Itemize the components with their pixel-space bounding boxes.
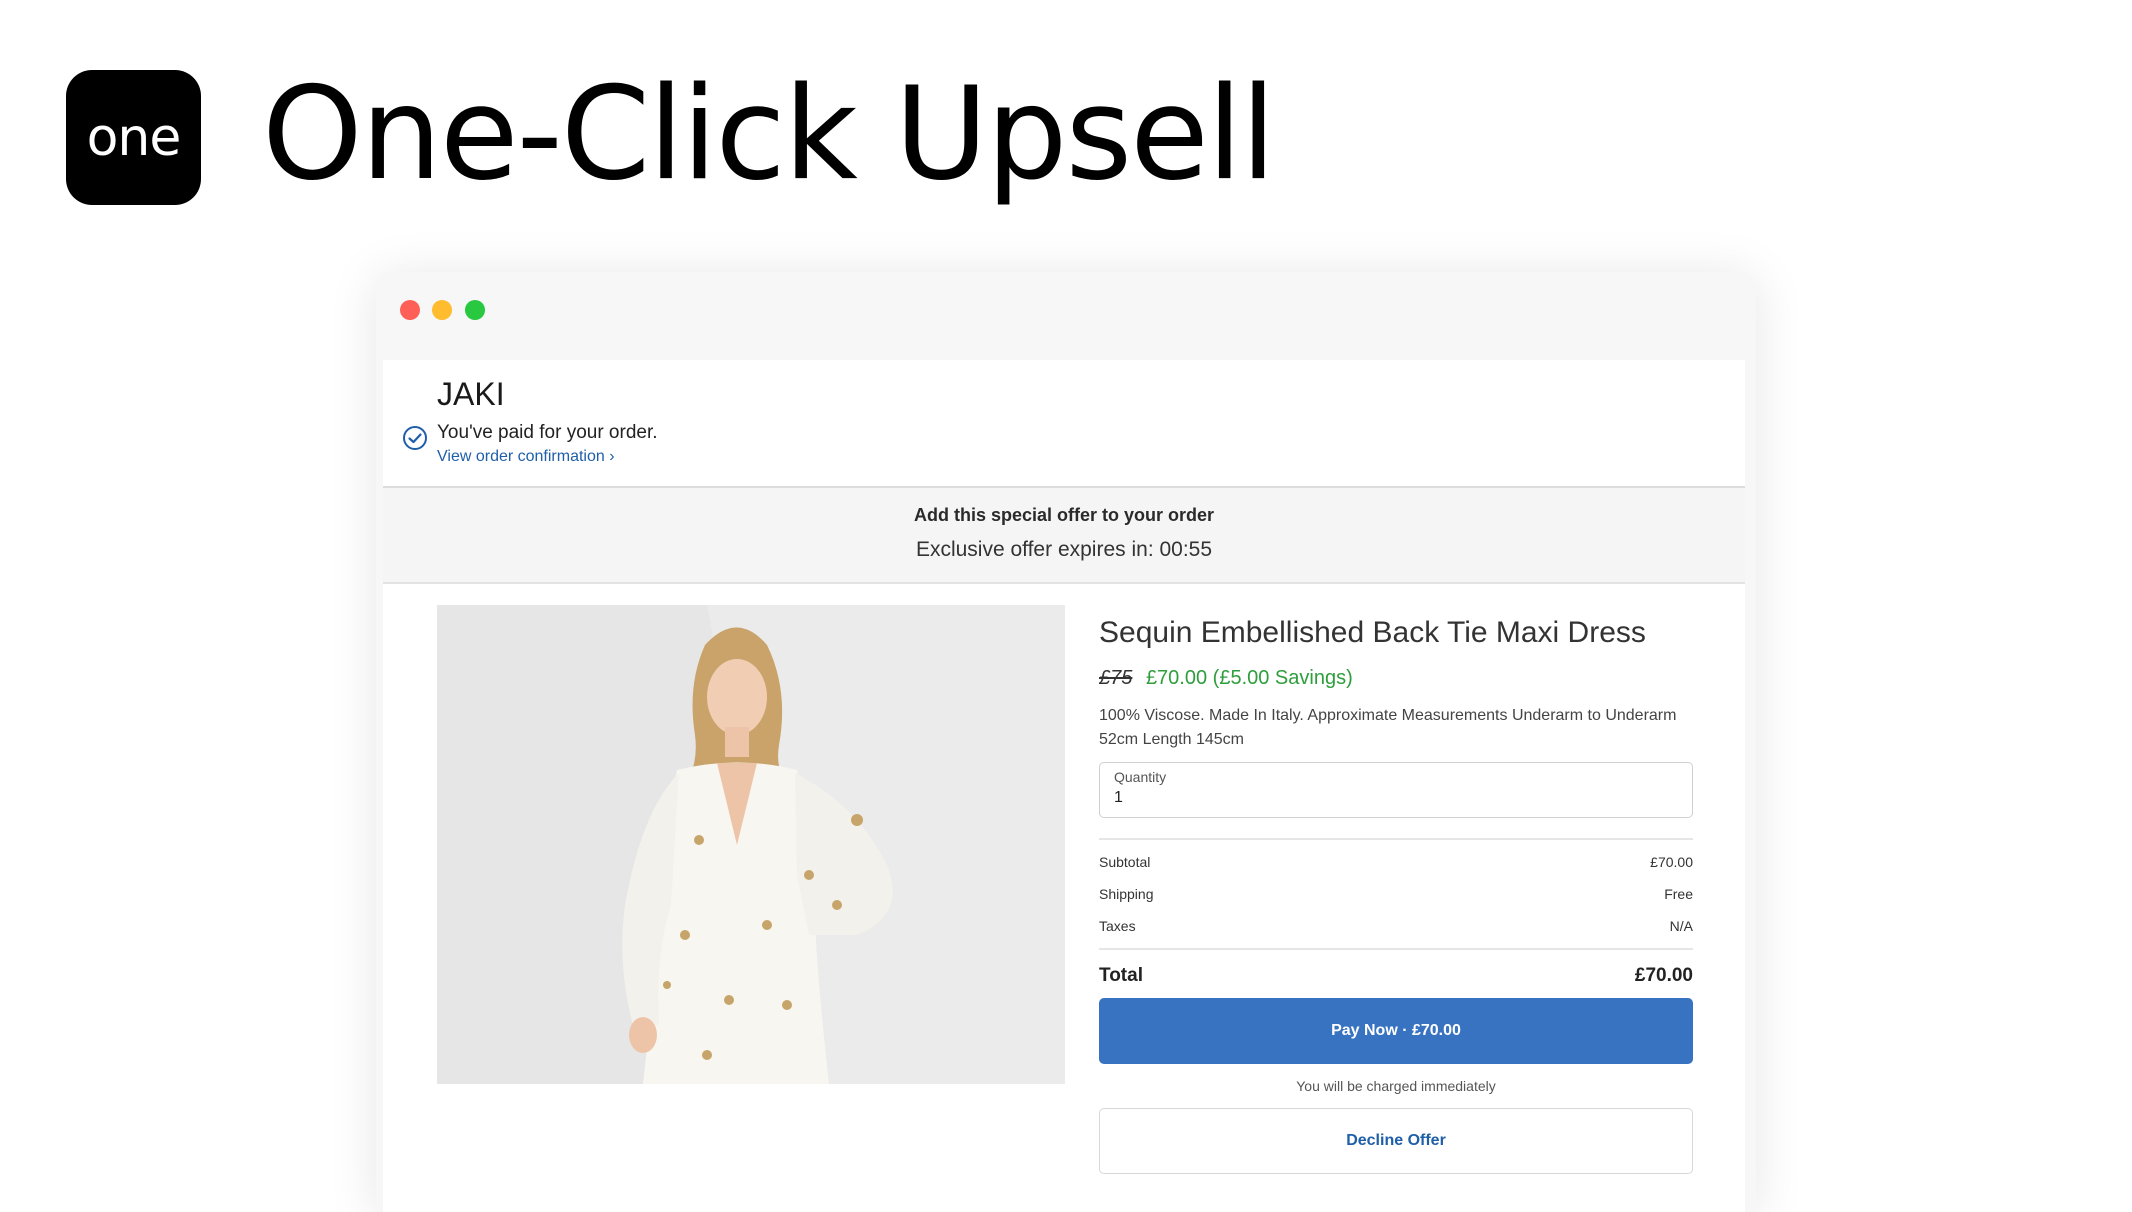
discounted-price: £70.00 (£5.00 Savings): [1145, 667, 1353, 689]
taxes-label: Taxes: [1099, 918, 1136, 934]
product-photo-illustration: [437, 605, 1065, 1084]
original-price: £75: [1099, 667, 1133, 689]
total-label: Total: [1099, 965, 1143, 986]
product-image: [437, 605, 1065, 1084]
shipping-value: Free: [1664, 886, 1693, 902]
app-logo: one: [66, 70, 201, 205]
close-window-icon[interactable]: [400, 300, 420, 320]
decline-offer-button[interactable]: Decline Offer: [1099, 1108, 1693, 1174]
subtotal-value: £70.00: [1650, 854, 1693, 870]
charge-notice: You will be charged immediately: [1296, 1078, 1496, 1094]
pay-now-button[interactable]: Pay Now · £70.00: [1099, 998, 1693, 1064]
total-value: £70.00: [1634, 965, 1693, 986]
shipping-label: Shipping: [1099, 886, 1154, 902]
app-title: One-Click Upsell: [262, 60, 1276, 209]
view-order-confirmation-link[interactable]: View order confirmation ›: [437, 448, 615, 466]
offer-banner: Add this special offer to your order Exc…: [383, 488, 1745, 584]
shop-name: JAKI: [437, 376, 505, 412]
browser-window: JAKI You've paid for your order. View or…: [376, 272, 1756, 1212]
offer-title: Add this special offer to your order: [913, 505, 1215, 525]
offer-countdown: Exclusive offer expires in: 00:55: [915, 538, 1213, 561]
maximize-window-icon[interactable]: [465, 300, 485, 320]
shipping-row: Shipping Free: [1099, 878, 1693, 910]
subtotal-row: Subtotal £70.00: [1099, 846, 1693, 878]
offer-details: Sequin Embellished Back Tie Maxi Dress £…: [1099, 605, 1693, 1174]
quantity-field[interactable]: Quantity 1: [1099, 762, 1693, 818]
minimize-window-icon[interactable]: [432, 300, 452, 320]
quantity-label: Quantity: [1114, 769, 1167, 785]
store-header: JAKI You've paid for your order. View or…: [383, 360, 1745, 488]
price-row: £75 £70.00 (£5.00 Savings): [1099, 667, 1693, 690]
subtotal-label: Subtotal: [1099, 854, 1151, 870]
taxes-row: Taxes N/A: [1099, 910, 1693, 942]
check-circle-icon: [403, 426, 427, 450]
product-description: 100% Viscose. Made In Italy. Approximate…: [1099, 707, 1677, 748]
summary-divider-bottom: [1099, 948, 1693, 950]
window-titlebar: [376, 272, 1756, 354]
total-row: Total £70.00: [1099, 954, 1693, 998]
taxes-value: N/A: [1669, 918, 1693, 934]
upsell-page: JAKI You've paid for your order. View or…: [383, 360, 1745, 1212]
summary-divider-top: [1099, 838, 1693, 840]
payment-status-text: You've paid for your order.: [437, 422, 658, 443]
product-title: Sequin Embellished Back Tie Maxi Dress: [1099, 616, 1646, 649]
app-logo-text: one: [86, 107, 182, 168]
quantity-value[interactable]: 1: [1114, 789, 1123, 807]
